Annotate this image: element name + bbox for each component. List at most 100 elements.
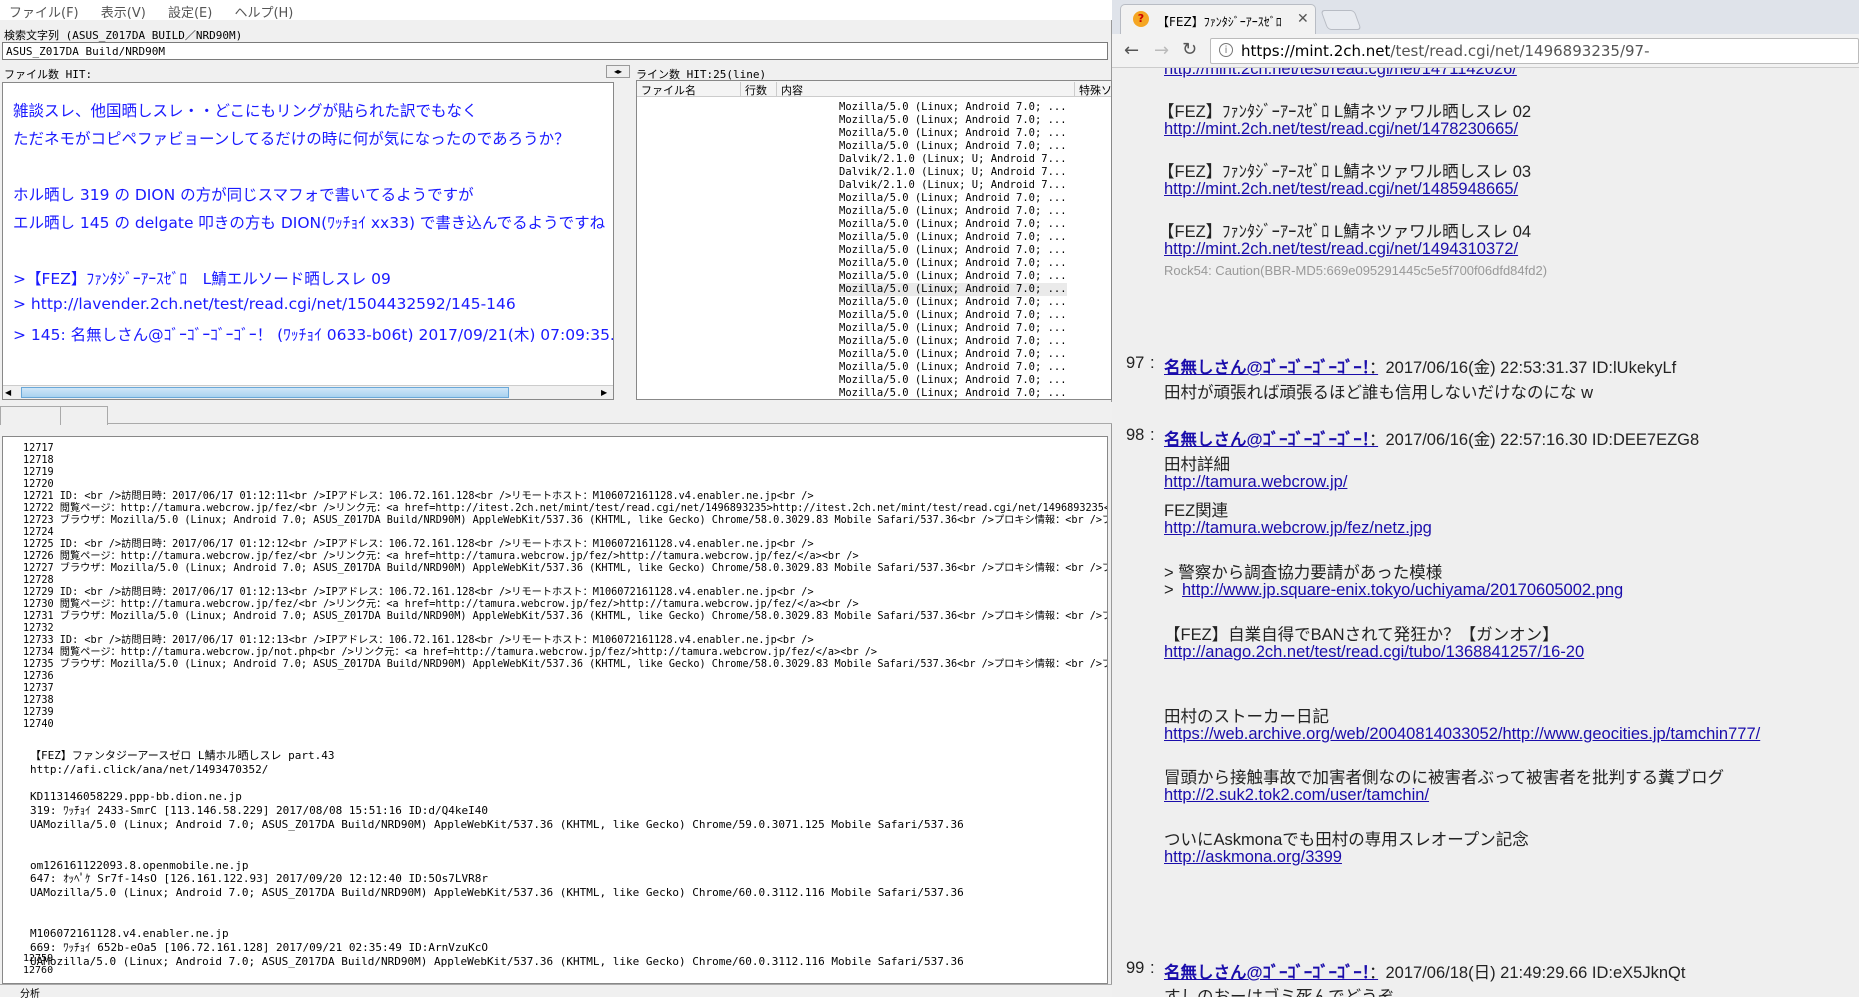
list-row[interactable]: Mozilla/5.0 (Linux; Android 7.0; ... xyxy=(839,335,1067,348)
post-link[interactable]: http://tamura.webcrow.jp/ xyxy=(1164,473,1347,492)
post-97-number: 97 xyxy=(1126,354,1145,372)
list-row[interactable]: Mozilla/5.0 (Linux; Android 7.0; ... xyxy=(839,270,1067,283)
post-99-meta: ：2017/06/18(日) 21:49:29.66 ID:eX5JknQt xyxy=(1369,964,1686,982)
log-line: 12724 xyxy=(23,527,54,538)
list-row[interactable]: Dalvik/2.1.0 (Linux; U; Android 7... xyxy=(839,153,1067,166)
list-row[interactable]: Mozilla/5.0 (Linux; Android 7.0; ... xyxy=(839,361,1067,374)
list-row[interactable]: Mozilla/5.0 (Linux; Android 7.0; ... xyxy=(839,127,1067,140)
thread-link[interactable]: http://mint.2ch.net/test/read.cgi/net/14… xyxy=(1164,180,1518,199)
note-line: 319: ﾜｯﾁｮｲ 2433-SmrC [113.146.58.229] 20… xyxy=(30,803,488,817)
post-link[interactable]: https://web.archive.org/web/200408140330… xyxy=(1164,725,1760,744)
list-row[interactable]: Mozilla/5.0 (Linux; Android 7.0; ... xyxy=(839,231,1067,244)
list-row[interactable]: Mozilla/5.0 (Linux; Android 7.0; ... xyxy=(839,205,1067,218)
col-content[interactable]: 内容 xyxy=(777,82,1075,97)
post-98-meta: ：2017/06/16(金) 22:57:16.30 ID:DEE7EZG8 xyxy=(1369,431,1700,449)
pane-tab[interactable] xyxy=(0,406,62,425)
post-text: ついにAskmonaでも田村の専用スレオープン記念 xyxy=(1164,831,1529,849)
log-line: 12734 閲覧ページ：http://tamura.webcrow.jp/not… xyxy=(23,647,877,658)
col-lines[interactable]: 行数 xyxy=(741,82,777,97)
note-line: UAMozilla/5.0 (Linux; Android 7.0; ASUS_… xyxy=(30,886,964,899)
text-preview-pane[interactable]: 雑談スレ、他国晒しスレ・・どこにもリングが貼られた訳でもなく ただネモがコピペフ… xyxy=(2,82,614,400)
tab-favicon: ? xyxy=(1133,11,1149,27)
thread-link[interactable]: http://mint.2ch.net/test/read.cgi/net/14… xyxy=(1164,240,1518,259)
list-row[interactable]: Dalvik/2.1.0 (Linux; U; Android 7... xyxy=(839,179,1067,192)
list-row[interactable]: Mozilla/5.0 (Linux; Android 7.0; ... xyxy=(839,218,1067,231)
list-row[interactable]: Mozilla/5.0 (Linux; Android 7.0; ... xyxy=(839,244,1067,257)
list-row[interactable]: Mozilla/5.0 (Linux; Android 7.0; ... xyxy=(839,348,1067,361)
horizontal-scrollbar[interactable]: ◀ ▶ xyxy=(3,385,613,399)
log-line: 12717 xyxy=(23,443,54,454)
col-filename[interactable]: ファイル名 xyxy=(637,82,741,97)
post-link[interactable]: http://2.suk2.tok2.com/user/tamchin/ xyxy=(1164,786,1429,805)
list-row[interactable]: Mozilla/5.0 (Linux; Android 7.0; ... xyxy=(839,322,1067,335)
log-line: 12725 ID: <br />訪問日時：2017/06/17 01:12:12… xyxy=(23,539,814,550)
browser-tab-active[interactable]: ? 【FEZ】ﾌｧﾝﾀｼﾞｰｱｰｽｾﾞﾛ ✕ xyxy=(1120,4,1316,34)
list-row[interactable]: Dalvik/2.1.0 (Linux; U; Android 7... xyxy=(839,166,1067,179)
post-97-name[interactable]: 名無しさん@ｺﾞｰｺﾞｰｺﾞｰｺﾞｰ！ xyxy=(1164,354,1378,378)
list-row[interactable]: Mozilla/5.0 (Linux; Android 7.0; ... xyxy=(839,283,1067,296)
splitter-arrows[interactable]: ◂▸ xyxy=(606,65,630,78)
menu-file[interactable]: ファイル(F) xyxy=(0,0,88,23)
post-link[interactable]: http://tamura.webcrow.jp/fez/netz.jpg xyxy=(1164,519,1432,538)
log-line: 12719 xyxy=(23,467,54,478)
back-arrow-icon[interactable]: ← xyxy=(1124,40,1139,61)
log-line-number: 12760 xyxy=(23,965,54,976)
post-99-name[interactable]: 名無しさん@ｺﾞｰｺﾞｰｺﾞｰｺﾞｰ！ xyxy=(1164,959,1378,983)
browser-window: ? 【FEZ】ﾌｧﾝﾀｼﾞｰｱｰｽｾﾞﾛ ✕ ← → ↻ i https://m… xyxy=(1112,0,1859,997)
log-line: 12731 ブラウザ：Mozilla/5.0 (Linux; Android 7… xyxy=(23,611,1108,622)
reload-icon[interactable]: ↻ xyxy=(1182,39,1197,60)
pane-tab[interactable] xyxy=(60,406,108,425)
forward-arrow-icon[interactable]: → xyxy=(1154,40,1169,61)
tab-title: 【FEZ】ﾌｧﾝﾀｼﾞｰｱｰｽｾﾞﾛ xyxy=(1157,15,1282,29)
list-row[interactable]: Mozilla/5.0 (Linux; Android 7.0; ... xyxy=(839,101,1067,114)
menu-view[interactable]: 表示(V) xyxy=(92,0,155,23)
log-line: 12730 閲覧ページ：http://tamura.webcrow.jp/fez… xyxy=(23,599,859,610)
close-icon[interactable]: ✕ xyxy=(1297,11,1309,27)
list-row[interactable]: Mozilla/5.0 (Linux; Android 7.0; ... xyxy=(839,296,1067,309)
list-row[interactable]: Mozilla/5.0 (Linux; Android 7.0; ... xyxy=(839,257,1067,270)
thread-link[interactable]: http://mint.2ch.net/test/read.cgi/net/14… xyxy=(1164,68,1517,79)
log-line: 12735 ブラウザ：Mozilla/5.0 (Linux; Android 7… xyxy=(23,659,1108,670)
col-special[interactable]: 特殊ソ xyxy=(1075,82,1111,97)
url-path: /test/read.cgi/net/1496893235/97- xyxy=(1390,42,1650,60)
search-input[interactable]: ASUS_Z017DA Build/NRD90M xyxy=(2,42,1108,60)
thread-link[interactable]: http://mint.2ch.net/test/read.cgi/net/14… xyxy=(1164,120,1518,139)
list-row[interactable]: Mozilla/5.0 (Linux; Android 7.0; ... xyxy=(839,192,1067,205)
post-99-number: 99 xyxy=(1126,959,1145,977)
list-row[interactable]: Mozilla/5.0 (Linux; Android 7.0; ... xyxy=(839,309,1067,322)
toolbar: ← → ↻ i https://mint.2ch.net/test/read.c… xyxy=(1112,34,1859,68)
list-row[interactable]: Mozilla/5.0 (Linux; Android 7.0; ... xyxy=(839,114,1067,127)
list-row[interactable]: Mozilla/5.0 (Linux; Android 7.0; ... xyxy=(839,374,1067,387)
thread-title-text: 【FEZ】ﾌｧﾝﾀｼﾞｰｱｰｽｾﾞﾛ L鯖ネツァワル晒しスレ 03 xyxy=(1158,163,1532,181)
log-line: 12727 ブラウザ：Mozilla/5.0 (Linux; Android 7… xyxy=(23,563,1108,574)
post-text: > 警察から調査協力要請があった模様 xyxy=(1164,564,1443,582)
log-line: 12726 閲覧ページ：http://tamura.webcrow.jp/fez… xyxy=(23,551,859,562)
log-view-pane[interactable]: 12717 12718 12719 12720 12721 ID: <br />訪問日時… xyxy=(2,436,1108,984)
scroll-thumb[interactable] xyxy=(21,387,509,398)
scroll-left-icon[interactable]: ◀ xyxy=(5,388,11,397)
new-tab-button[interactable] xyxy=(1320,10,1362,30)
text-line: >【FEZ】ﾌｧﾝﾀｼﾞｰｱｰｽｾﾞﾛ L鯖エルソード晒しスレ 09 xyxy=(13,270,391,288)
scroll-right-icon[interactable]: ▶ xyxy=(601,388,607,397)
menu-help[interactable]: ヘルプ(H) xyxy=(225,0,302,23)
text-line: エル晒し 145 の delgate 叩きの方も DION(ﾜｯﾁｮｲ xx33… xyxy=(13,214,606,232)
post-text: 田村詳細 xyxy=(1164,456,1230,474)
status-strip: 分析 xyxy=(0,984,1112,1000)
list-row[interactable]: Mozilla/5.0 (Linux; Android 7.0; ... xyxy=(839,387,1067,399)
post-link[interactable]: http://askmona.org/3399 xyxy=(1164,848,1342,867)
thread-title-text: 【FEZ】ﾌｧﾝﾀｼﾞｰｱｰｽｾﾞﾛ L鯖ネツァワル晒しスレ 04 xyxy=(1158,223,1532,241)
menu-settings[interactable]: 設定(E) xyxy=(159,0,221,23)
post-98-name[interactable]: 名無しさん@ｺﾞｰｺﾞｰｺﾞｰｺﾞｰ！ xyxy=(1164,426,1378,450)
list-row[interactable]: Mozilla/5.0 (Linux; Android 7.0; ... xyxy=(839,140,1067,153)
log-line: 12736 xyxy=(23,671,54,682)
note-line: KD113146058229.ppp-bb.dion.ne.jp xyxy=(30,790,242,804)
address-bar[interactable]: i https://mint.2ch.net/test/read.cgi/net… xyxy=(1210,38,1859,64)
hit-list-pane[interactable]: ファイル名 行数 内容 特殊ソ Mozilla/5.0 (Linux; Andr… xyxy=(636,80,1112,400)
post-97-meta: ：2017/06/16(金) 22:53:31.37 ID:lUkekyLf xyxy=(1369,359,1677,377)
post-link[interactable]: http://anago.2ch.net/test/read.cgi/tubo/… xyxy=(1164,643,1584,662)
info-icon[interactable]: i xyxy=(1219,43,1233,57)
text-line: ただネモがコピペファビョーンしてるだけの時に何が気になったのであろうか？ xyxy=(13,130,570,148)
post-link[interactable]: http://www.jp.square-enix.tokyo/uchiyama… xyxy=(1182,581,1623,600)
log-line: 12723 ブラウザ：Mozilla/5.0 (Linux; Android 7… xyxy=(23,515,1108,526)
analysis-tab[interactable]: 分析 xyxy=(20,985,40,1000)
